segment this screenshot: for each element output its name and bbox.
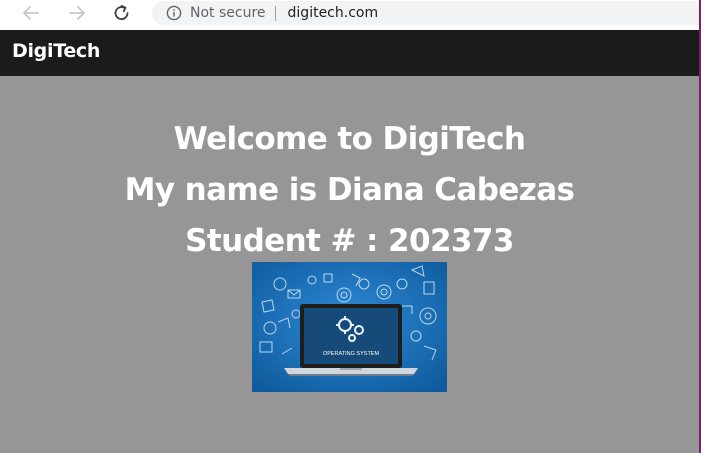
address-bar[interactable]: Not secure digitech.com — [152, 1, 699, 25]
site-navbar: DigiTech — [0, 30, 699, 76]
student-number-heading: Student # : 202373 — [185, 223, 514, 259]
name-heading: My name is Diana Cabezas — [124, 172, 575, 208]
info-icon[interactable] — [166, 5, 182, 21]
reload-button[interactable] — [109, 1, 135, 25]
forward-arrow-icon — [69, 6, 85, 20]
back-arrow-icon — [23, 6, 39, 20]
browser-window: Not secure digitech.com DigiTech Welcome… — [0, 0, 699, 453]
image-caption: OPERATING SYSTEM — [323, 351, 380, 357]
web-page: DigiTech Welcome to DigiTech My name is … — [0, 30, 699, 453]
forward-button[interactable] — [64, 1, 90, 25]
reload-icon — [114, 5, 129, 20]
hero-section: Welcome to DigiTech My name is Diana Cab… — [0, 114, 699, 267]
site-brand[interactable]: DigiTech — [12, 40, 100, 62]
operating-system-image: OPERATING SYSTEM — [252, 262, 447, 392]
browser-toolbar: Not secure digitech.com — [0, 0, 699, 26]
url-text[interactable]: digitech.com — [288, 5, 379, 21]
address-divider — [274, 5, 276, 21]
security-label[interactable]: Not secure — [190, 5, 266, 21]
welcome-heading: Welcome to DigiTech — [173, 121, 526, 157]
back-button[interactable] — [18, 1, 44, 25]
